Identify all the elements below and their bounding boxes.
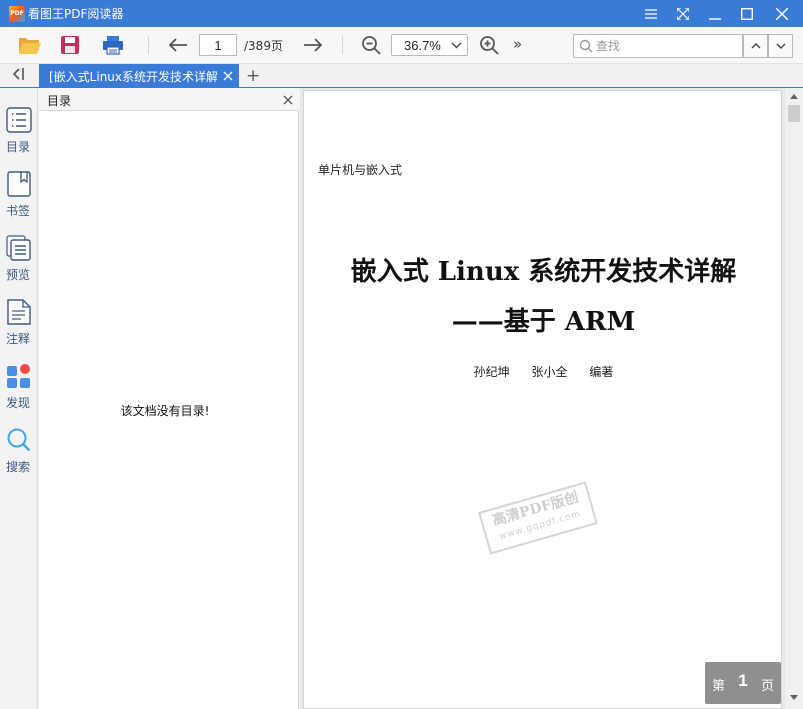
- close-icon[interactable]: [283, 95, 293, 105]
- book-series: 单片机与嵌入式: [318, 163, 403, 177]
- zoom-out-icon: [362, 36, 381, 55]
- fullscreen-icon: [677, 7, 689, 20]
- next-page-button[interactable]: [300, 32, 326, 58]
- book-title: 嵌入式 Linux 系统开发技术详解: [350, 257, 737, 287]
- zoom-out-button[interactable]: [358, 32, 384, 58]
- print-icon: [103, 36, 123, 55]
- zoom-in-button[interactable]: [476, 32, 502, 58]
- toolbar: /389页 36.7% »: [0, 27, 803, 64]
- scroll-down-icon[interactable]: [789, 694, 799, 702]
- sidebar-item-toc[interactable]: 目录: [0, 106, 38, 164]
- author-name: 张小全: [531, 365, 568, 379]
- toolbar-divider: [148, 36, 149, 54]
- sidebar-item-label: 预览: [5, 268, 30, 282]
- document-viewport[interactable]: 单片机与嵌入式 嵌入式 Linux 系统开发技术详解 ——基于 ARM 孙纪坤 …: [300, 88, 803, 709]
- page-indicator-prefix: 第: [712, 679, 726, 694]
- total-pages-label: /389页: [244, 39, 283, 53]
- app-window: PDF 看图王PDF阅读器 1 /389页 36.7% » 查找 [嵌入式Lin…: [0, 0, 803, 709]
- sidebar-item-discover[interactable]: 发现: [0, 362, 38, 420]
- close-icon: [776, 7, 788, 20]
- sidebar-rail: 目录 书签 预览 注释 发现 搜索: [0, 88, 38, 709]
- more-tools-button[interactable]: »: [513, 35, 522, 53]
- minimize-button[interactable]: [699, 0, 731, 27]
- collapse-left-icon: [12, 68, 24, 80]
- book-subtitle: ——基于 ARM: [451, 307, 636, 337]
- save-button[interactable]: [57, 32, 83, 58]
- toc-header: 目录: [39, 88, 299, 111]
- search-next-button[interactable]: [768, 34, 793, 58]
- sidebar-item-label: 目录: [5, 140, 30, 154]
- search-icon: [7, 428, 31, 452]
- chevron-down-icon: [451, 42, 462, 49]
- close-button[interactable]: [766, 0, 798, 27]
- tab-document[interactable]: [嵌入式Linux系统开发技术详解:: [39, 64, 239, 88]
- minimize-icon: [709, 17, 721, 20]
- maximize-button[interactable]: [731, 0, 763, 27]
- zoom-in-icon: [480, 36, 499, 55]
- scroll-up-icon[interactable]: [789, 92, 799, 100]
- new-tab-button[interactable]: +: [246, 66, 260, 86]
- search-icon: [579, 39, 593, 53]
- page-number-input[interactable]: [199, 34, 237, 56]
- menu-icon: [645, 8, 657, 19]
- search-box[interactable]: [573, 34, 743, 58]
- pdf-page[interactable]: 单片机与嵌入式 嵌入式 Linux 系统开发技术详解 ——基于 ARM 孙纪坤 …: [303, 90, 782, 709]
- toolbar-divider: [342, 36, 343, 54]
- discover-grid-icon: [7, 364, 30, 388]
- fullscreen-button[interactable]: [667, 0, 699, 27]
- maximize-icon: [741, 7, 753, 20]
- page-indicator: 1 第 页: [705, 662, 781, 704]
- author-role: 编著: [589, 365, 614, 379]
- preview-pages-icon: [6, 235, 31, 261]
- book-authors: 孙纪坤 张小全 编著: [304, 363, 781, 380]
- arrow-left-icon: [168, 38, 187, 52]
- window-title: 看图王PDF阅读器: [28, 7, 124, 21]
- search-input[interactable]: [596, 37, 736, 55]
- zoom-select[interactable]: 36.7%: [391, 34, 468, 56]
- menu-button[interactable]: [635, 0, 667, 27]
- save-icon: [61, 36, 79, 54]
- arrow-right-icon: [304, 38, 323, 52]
- close-tab-icon[interactable]: [223, 71, 233, 81]
- sidebar-item-label: 搜索: [5, 460, 30, 474]
- zoom-value: 36.7%: [404, 38, 441, 53]
- chevron-up-icon: [751, 43, 760, 49]
- toc-panel: 目录 该文档没有目录!: [39, 88, 299, 709]
- chevron-down-icon: [776, 43, 785, 49]
- search-prev-button[interactable]: [743, 34, 768, 58]
- page-indicator-suffix: 页: [760, 679, 774, 694]
- tab-bar: [嵌入式Linux系统开发技术详解: +: [0, 64, 803, 88]
- sidebar-item-search[interactable]: 搜索: [0, 426, 38, 484]
- tab-document-label: [嵌入式Linux系统开发技术详解:: [49, 70, 217, 84]
- toc-title: 目录: [47, 94, 72, 108]
- annotation-icon: [7, 299, 31, 325]
- sidebar-item-label: 发现: [5, 396, 30, 410]
- sidebar-item-label: 注释: [5, 332, 30, 346]
- toc-empty-message: 该文档没有目录!: [120, 404, 210, 418]
- vertical-scrollbar[interactable]: [785, 88, 803, 709]
- prev-page-button[interactable]: [165, 32, 191, 58]
- sidebar-item-preview[interactable]: 预览: [0, 234, 38, 292]
- open-file-button[interactable]: [17, 32, 43, 58]
- title-bar: PDF 看图王PDF阅读器: [0, 0, 803, 27]
- sidebar-item-annotation[interactable]: 注释: [0, 298, 38, 356]
- watermark-stamp: 高清PDF版创 www.gqpdf.com: [478, 481, 598, 555]
- sidebar-item-bookmark[interactable]: 书签: [0, 170, 38, 228]
- author-name: 孙纪坤: [473, 365, 510, 379]
- open-folder-icon: [19, 38, 41, 54]
- print-button[interactable]: [100, 32, 126, 58]
- scrollbar-thumb[interactable]: [788, 105, 800, 122]
- app-logo-icon: PDF: [9, 6, 25, 22]
- toc-list-icon: [6, 107, 32, 133]
- collapse-sidebar-button[interactable]: [11, 67, 25, 84]
- sidebar-item-label: 书签: [5, 204, 30, 218]
- bookmark-icon: [7, 171, 31, 197]
